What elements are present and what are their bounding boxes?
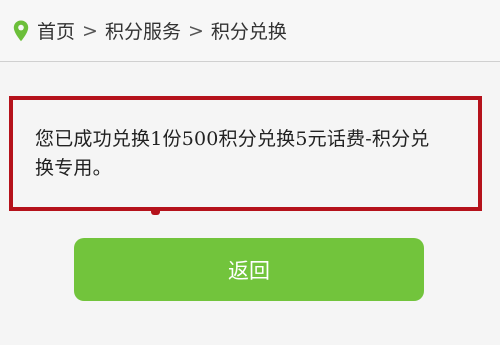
success-message-text: 您已成功兑换1份500积分兑换5元话费-积分兑 换专用。 [35,125,464,183]
breadcrumb-points-service[interactable]: 积分服务 [105,17,181,44]
message-box-notch [151,209,160,215]
location-pin-icon [13,20,29,41]
back-button[interactable]: 返回 [74,238,424,301]
breadcrumb-home[interactable]: 首页 [37,17,75,44]
breadcrumb: 首页 > 积分服务 > 积分兑换 [0,0,500,62]
breadcrumb-points-exchange: 积分兑换 [210,21,287,43]
breadcrumb-separator: > [187,19,204,42]
breadcrumb-trail: 首页 > 积分服务 > 积分兑换 [37,17,287,44]
breadcrumb-separator: > [82,19,98,42]
message-line-2: 换专用。 [35,157,112,179]
success-message-box: 您已成功兑换1份500积分兑换5元话费-积分兑 换专用。 [9,96,482,211]
message-line-1: 您已成功兑换1份500积分兑换5元话费-积分兑 [35,128,430,150]
